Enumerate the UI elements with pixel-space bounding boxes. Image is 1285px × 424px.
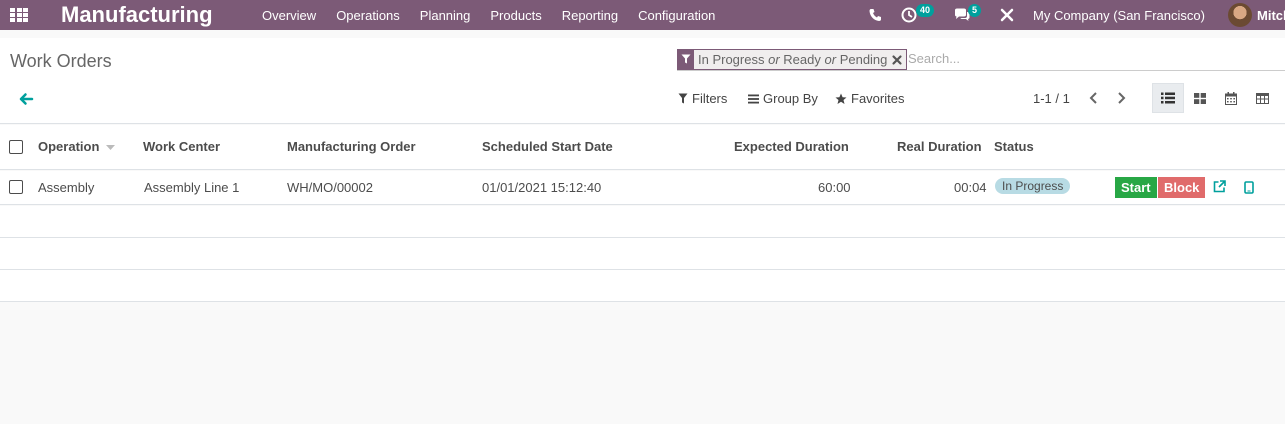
cell-real-duration: 00:04 (954, 180, 987, 195)
list-view-button[interactable] (1152, 83, 1184, 113)
kanban-view-icon (1194, 92, 1206, 104)
cell-manufacturing-order: WH/MO/00002 (287, 180, 373, 195)
filter-facet-icon (677, 48, 694, 70)
chevron-right-icon[interactable] (1115, 91, 1127, 105)
search-facet-status[interactable]: In Progress or Ready or Pending (677, 48, 908, 70)
header-operation[interactable]: Operation (38, 139, 116, 154)
header-scheduled-start[interactable]: Scheduled Start Date (482, 139, 613, 154)
menu-operations[interactable]: Operations (336, 8, 400, 23)
page-title: Work Orders (10, 51, 112, 71)
block-button[interactable]: Block (1158, 177, 1206, 198)
header-status[interactable]: Status (994, 139, 1034, 154)
cell-scheduled-start: 01/01/2021 15:12:40 (482, 180, 602, 195)
app-brand[interactable]: Manufacturing (61, 2, 213, 28)
menu-reporting[interactable]: Reporting (562, 8, 618, 23)
user-avatar[interactable] (1228, 3, 1252, 27)
sort-caret-down-icon (106, 144, 116, 150)
facet-values: In Progress or Ready or Pending (698, 52, 888, 67)
header-work-center[interactable]: Work Center (143, 139, 220, 154)
message-count-badge: 5 (968, 4, 982, 17)
empty-row (0, 206, 1285, 238)
external-link-icon[interactable] (1213, 180, 1226, 193)
bars-icon (748, 94, 759, 103)
top-navbar: Manufacturing Overview Operations Planni… (0, 0, 1285, 30)
empty-row (0, 238, 1285, 270)
chevron-left-icon[interactable] (1088, 91, 1100, 105)
menu-planning[interactable]: Planning (420, 8, 471, 23)
tablet-icon[interactable] (1244, 181, 1254, 194)
pager-value[interactable]: 1-1 / 1 (1033, 91, 1070, 106)
user-name[interactable]: Mitch (1257, 8, 1285, 23)
star-icon (835, 93, 847, 104)
header-manufacturing-order[interactable]: Manufacturing Order (287, 139, 416, 154)
tools-x-icon[interactable] (1000, 8, 1014, 22)
table-view-icon (1255, 92, 1269, 104)
activity-clock-icon[interactable] (901, 7, 917, 23)
menu-configuration[interactable]: Configuration (638, 8, 715, 23)
calendar-view-icon (1225, 91, 1237, 105)
filters-button[interactable]: Filters (678, 91, 727, 106)
kanban-view-button[interactable] (1184, 83, 1216, 113)
apps-menu-icon[interactable] (10, 8, 28, 22)
search-input[interactable] (908, 51, 1278, 66)
activity-count-badge: 40 (916, 4, 935, 17)
select-all-checkbox[interactable] (9, 140, 23, 154)
cell-work-center: Assembly Line 1 (144, 180, 240, 195)
filter-icon (678, 93, 688, 104)
menu-products[interactable]: Products (490, 8, 541, 23)
status-badge: In Progress (995, 178, 1071, 194)
list-view-icon (1161, 92, 1175, 104)
table-header: Operation Work Center Manufacturing Orde… (0, 125, 1285, 170)
header-real-duration[interactable]: Real Duration (897, 139, 982, 154)
menu-overview[interactable]: Overview (262, 8, 316, 23)
header-expected-duration[interactable]: Expected Duration (734, 139, 849, 154)
arrow-left-icon[interactable] (18, 91, 34, 107)
table-row[interactable]: Assembly Assembly Line 1 WH/MO/00002 01/… (0, 171, 1285, 205)
row-checkbox[interactable] (9, 180, 23, 194)
control-panel: Work Orders In Progress or Ready or Pend… (0, 38, 1285, 124)
empty-row (0, 270, 1285, 302)
search-bar: In Progress or Ready or Pending (677, 48, 1285, 71)
main-menu: Overview Operations Planning Products Re… (262, 0, 735, 30)
favorites-button[interactable]: Favorites (835, 91, 904, 106)
calendar-view-button[interactable] (1215, 83, 1247, 113)
group-by-button[interactable]: Group By (748, 91, 818, 106)
company-switcher[interactable]: My Company (San Francisco) (1033, 8, 1205, 23)
cell-expected-duration: 60:00 (818, 180, 851, 195)
start-button[interactable]: Start (1115, 177, 1157, 198)
remove-facet-icon[interactable] (891, 54, 903, 66)
pivot-view-button[interactable] (1246, 83, 1278, 113)
phone-icon[interactable] (869, 8, 881, 22)
cell-operation: Assembly (38, 180, 95, 195)
